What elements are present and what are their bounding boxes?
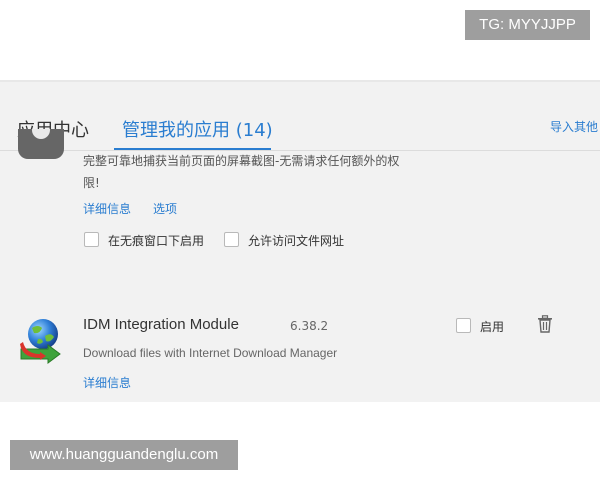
extension-description: Download files with Internet Download Ma… [83,346,338,360]
file-url-checkbox[interactable] [224,232,239,247]
tab-manage-my-apps[interactable]: 管理我的应用 (14) [122,116,273,142]
details-link[interactable]: 详细信息 [83,374,131,391]
watermark-bottom: www.huangguandenglu.com [10,440,238,470]
file-url-label: 允许访问文件网址 [248,234,345,248]
incognito-label: 在无痕窗口下启用 [108,234,205,248]
options-link[interactable]: 选项 [153,200,177,217]
watermark-top: TG: MYYJJPP [465,10,590,40]
extensions-panel: 应用中心 管理我的应用 (14) 导入其他 完整可靠地捕获当前页面的屏幕截图-无… [0,82,600,402]
extension-name: IDM Integration Module [83,316,239,333]
incognito-checkbox[interactable] [84,232,99,247]
details-link[interactable]: 详细信息 [83,200,131,217]
screenshot-extension-icon [18,129,64,159]
description-line-2: 限! [83,176,100,190]
extension-description: 完整可靠地捕获当前页面的屏幕截图-无需请求任何额外的权 限! [83,150,423,194]
enable-label: 启用 [480,320,505,334]
enable-checkbox[interactable] [456,318,471,333]
extension-version: 6.38.2 [290,319,329,333]
description-line-1: 完整可靠地捕获当前页面的屏幕截图-无需请求任何额外的权 [83,154,400,168]
trash-icon[interactable] [537,315,553,333]
import-link[interactable]: 导入其他 [550,118,598,135]
idm-globe-icon [20,319,61,364]
